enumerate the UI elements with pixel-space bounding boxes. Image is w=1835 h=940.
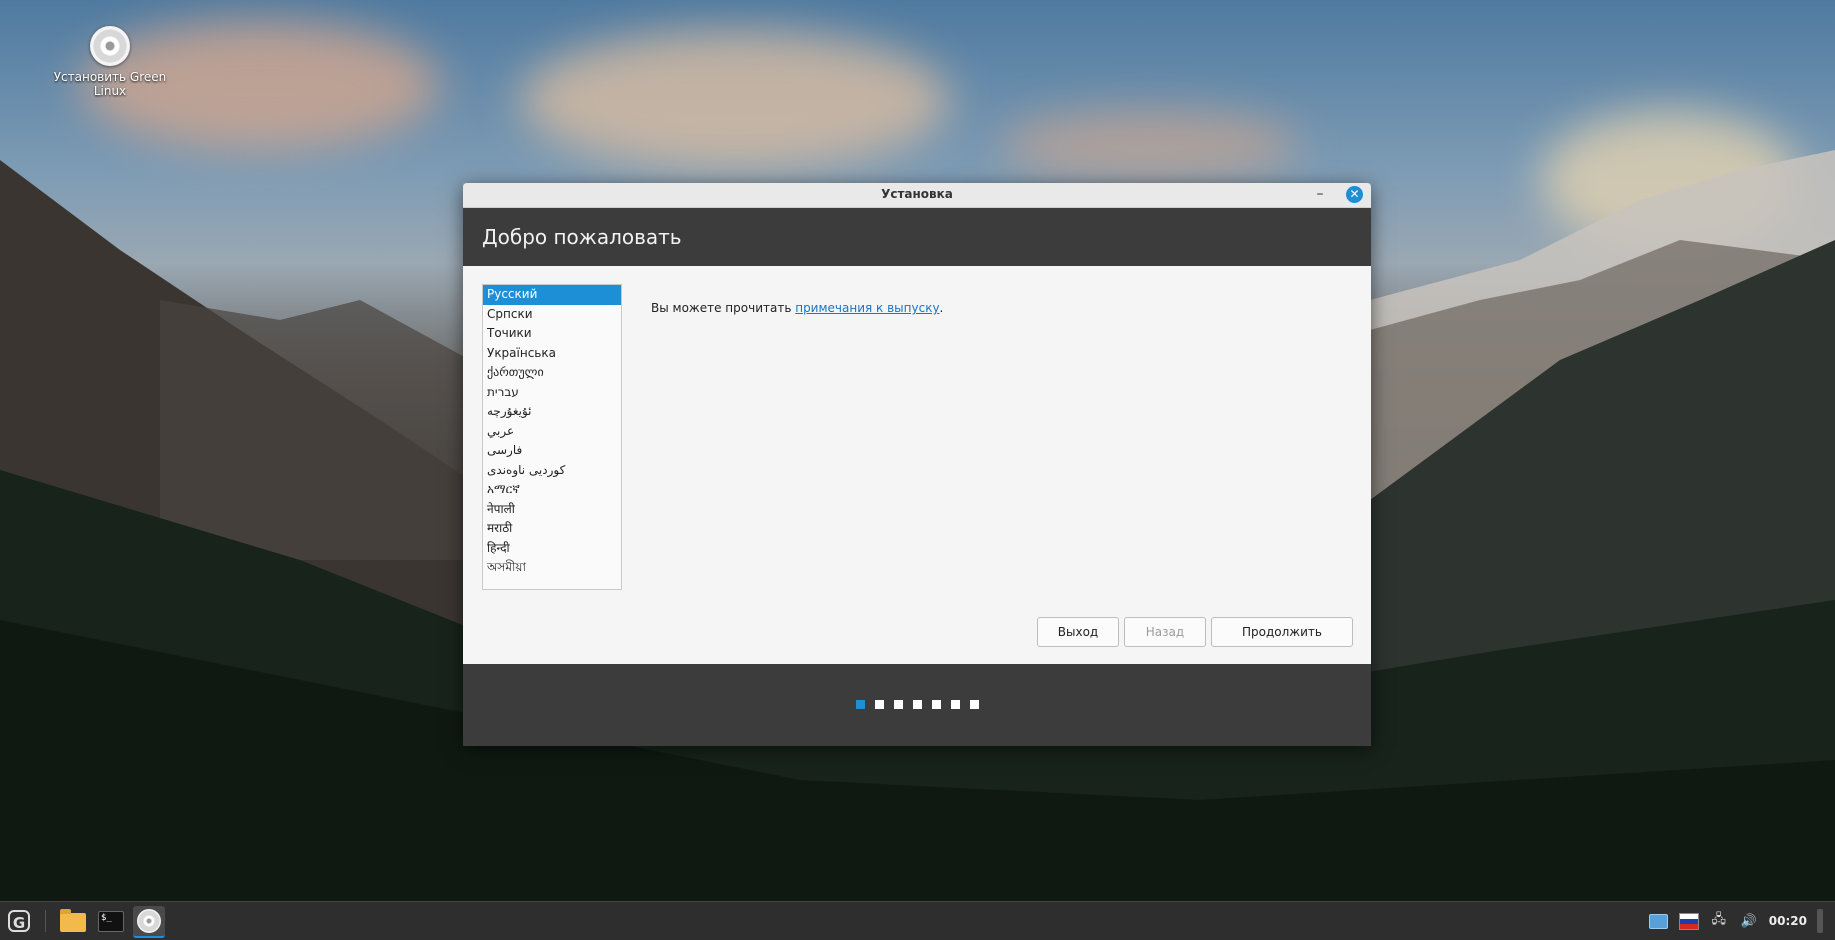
release-notes-text: Вы можете прочитать примечания к выпуску… — [651, 301, 943, 315]
folder-icon — [60, 909, 86, 932]
step-dot — [912, 700, 922, 709]
installer-task-button[interactable] — [133, 906, 165, 938]
clock[interactable]: 00:20 — [1769, 914, 1807, 928]
taskbar-separator — [45, 910, 46, 932]
step-dot — [950, 700, 960, 709]
terminal-button[interactable]: $_ — [95, 906, 127, 936]
language-item[interactable]: עברית — [483, 383, 621, 403]
system-tray: 🖧 🔊 00:20 — [1649, 902, 1823, 940]
disc-icon — [137, 909, 161, 933]
step-dot — [969, 700, 979, 709]
language-item[interactable]: አማርኛ — [483, 480, 621, 500]
step-indicator — [463, 700, 1371, 709]
desktop-icon-label: Установить Green Linux — [53, 70, 167, 98]
start-menu-button[interactable]: G — [3, 906, 35, 936]
desktop-icon-install[interactable]: Установить Green Linux — [50, 26, 170, 98]
language-item[interactable]: Українська — [483, 344, 621, 364]
continue-button[interactable]: Продолжить — [1211, 617, 1353, 647]
step-dot — [855, 700, 865, 709]
file-manager-button[interactable] — [57, 906, 89, 936]
show-desktop-button[interactable] — [1817, 909, 1823, 933]
language-item[interactable]: ქართული — [483, 363, 621, 383]
step-dot — [931, 700, 941, 709]
keyboard-layout-flag-icon[interactable] — [1678, 912, 1699, 930]
installer-window: Установка – ✕ Добро пожаловать Русский Ср… — [463, 183, 1371, 746]
disc-icon — [90, 26, 130, 66]
display-icon[interactable] — [1649, 912, 1669, 930]
terminal-icon: $_ — [98, 911, 124, 932]
language-item[interactable]: فارسی — [483, 441, 621, 461]
window-title: Установка — [881, 187, 953, 201]
exit-button[interactable]: Выход — [1037, 617, 1119, 647]
page-title: Добро пожаловать — [463, 208, 1371, 266]
progress-footer — [463, 664, 1371, 746]
taskbar: G $_ 🖧 🔊 00:20 — [0, 901, 1835, 940]
minimize-button[interactable]: – — [1311, 185, 1329, 203]
language-item[interactable]: मराठी — [483, 519, 621, 539]
language-item[interactable]: Точики — [483, 324, 621, 344]
language-item[interactable]: नेपाली — [483, 500, 621, 520]
back-button[interactable]: Назад — [1124, 617, 1206, 647]
step-dot — [893, 700, 903, 709]
language-item[interactable]: Русский — [483, 285, 621, 305]
language-item[interactable]: Српски — [483, 305, 621, 325]
content-area: Русский Српски Точики Українська ქართული עברי… — [463, 266, 1371, 664]
language-list[interactable]: Русский Српски Точики Українська ქართული עברי… — [482, 284, 622, 590]
network-icon[interactable]: 🖧 — [1709, 912, 1729, 930]
close-button[interactable]: ✕ — [1346, 186, 1363, 203]
language-item[interactable]: كوردیی ناوەندی — [483, 461, 621, 481]
release-text-prefix: Вы можете прочитать — [651, 301, 796, 315]
start-icon: G — [8, 910, 30, 932]
language-item[interactable]: عربي — [483, 422, 621, 442]
step-dot — [874, 700, 884, 709]
language-item[interactable]: हिन्दी — [483, 539, 621, 559]
release-notes-link[interactable]: примечания к выпуску — [795, 301, 939, 315]
language-item[interactable]: ئۇيغۇرچە — [483, 402, 621, 422]
volume-icon[interactable]: 🔊 — [1739, 912, 1759, 930]
window-titlebar[interactable]: Установка – ✕ — [463, 183, 1371, 208]
language-item[interactable]: অসমীয়া — [483, 558, 621, 578]
release-text-suffix: . — [939, 301, 944, 315]
